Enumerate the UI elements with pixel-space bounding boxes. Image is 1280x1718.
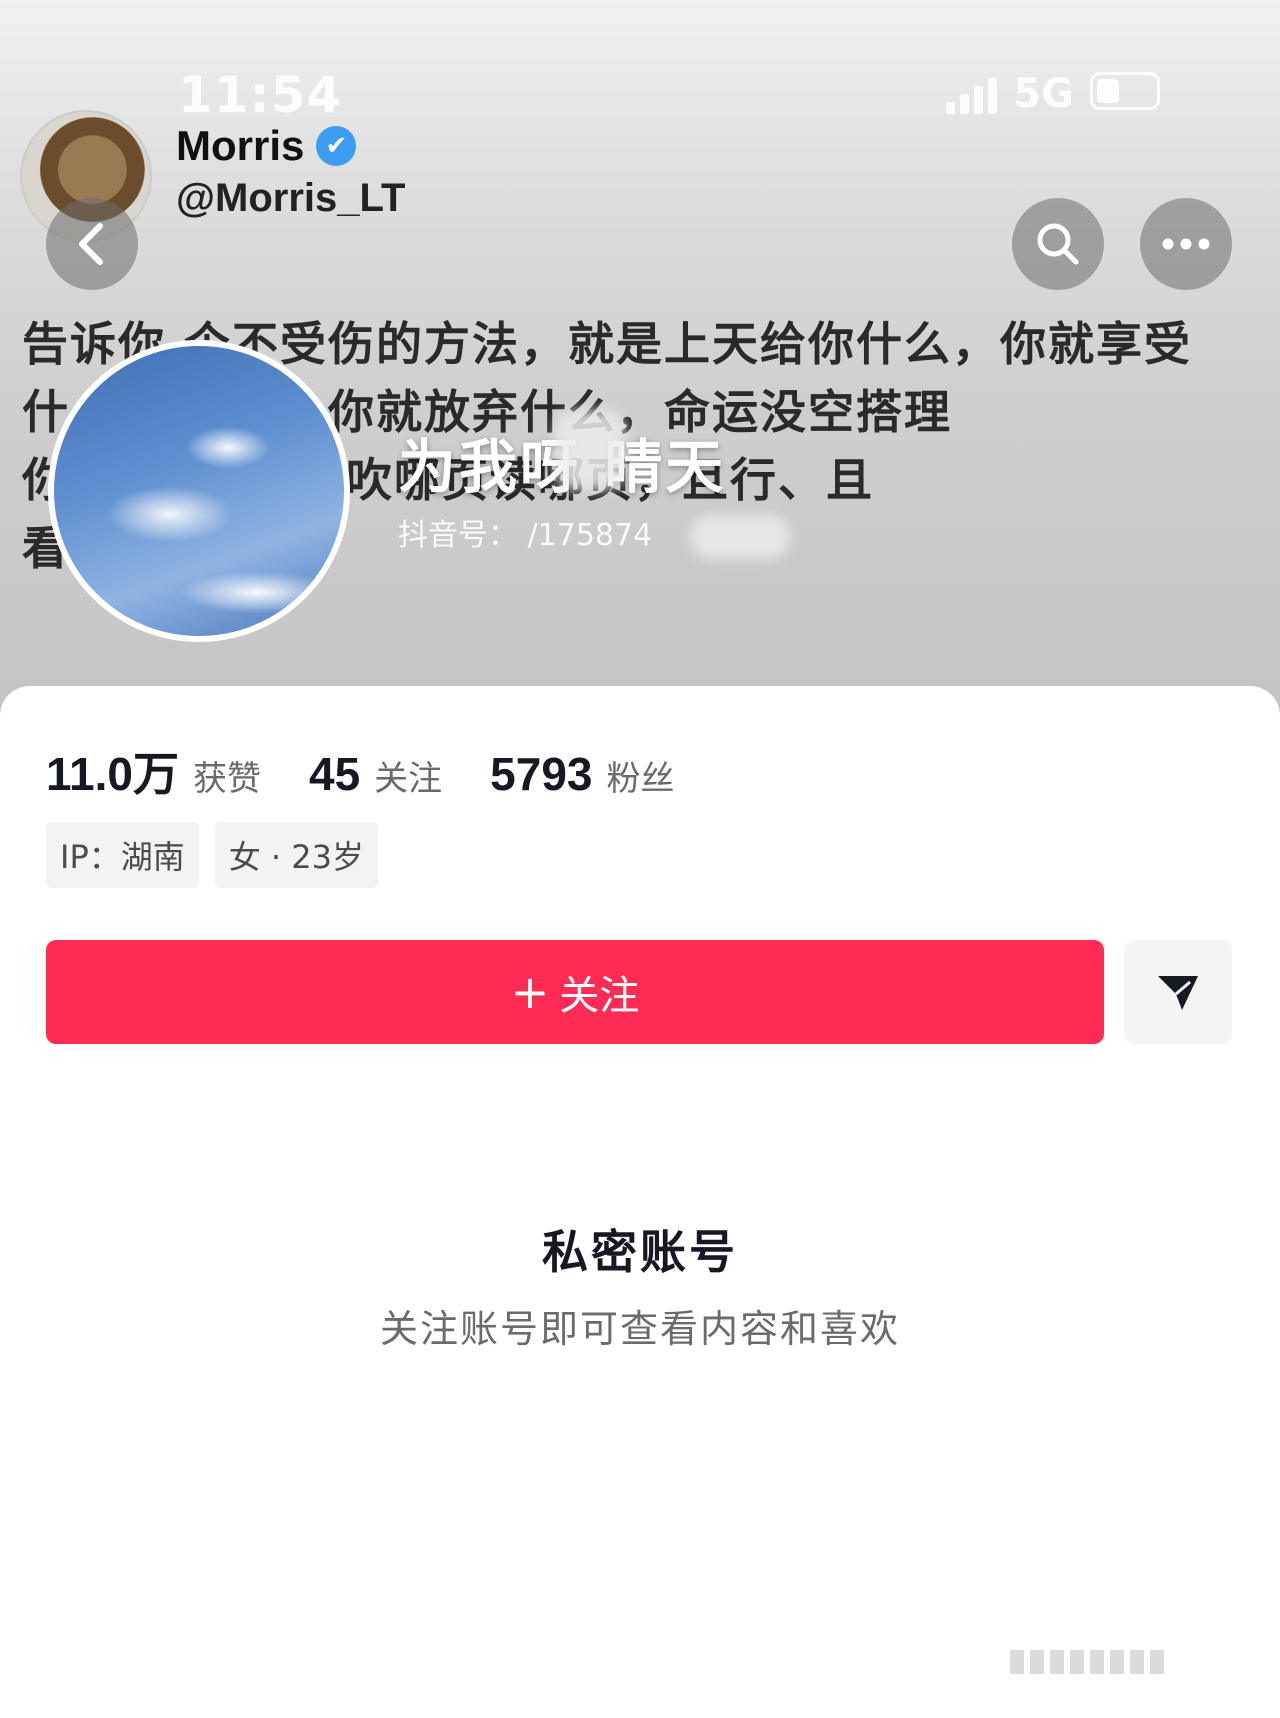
ip-location-tag: IP：湖南 [46, 822, 199, 888]
follow-button[interactable]: + 关注 [46, 940, 1104, 1044]
poster-handle: @Morris_LT [176, 176, 406, 220]
private-account-title: 私密账号 [542, 1225, 738, 1279]
gender-age-tag: 女 · 23岁 [214, 822, 378, 888]
search-icon [1037, 223, 1079, 265]
network-type: 5G [1013, 71, 1074, 117]
redaction-blur [555, 410, 625, 490]
stat-followers[interactable]: 5793 粉丝 [490, 747, 674, 801]
private-account-subtitle: 关注账号即可查看内容和喜欢 [379, 1307, 900, 1351]
plus-icon: + [510, 965, 550, 1019]
message-button[interactable] [1124, 940, 1232, 1044]
douyin-id: 抖音号： /175874 [398, 518, 653, 553]
poster-name: Morris [176, 122, 305, 169]
search-button[interactable] [1012, 198, 1104, 290]
more-button[interactable] [1140, 198, 1232, 290]
profile-header: 11:54 5G Morris ✔ @Morris_LT 告诉你 个不受伤的方法… [0, 0, 1280, 720]
watermark-lines [1010, 1650, 1250, 1674]
stat-label: 关注 [374, 759, 443, 799]
stat-value: 45 [309, 748, 361, 800]
battery-icon [1090, 72, 1160, 110]
chevron-left-icon [79, 223, 103, 265]
status-indicators: 5G [946, 72, 1160, 114]
profile-card: 11.0万 获赞 45 关注 5793 粉丝 IP：湖南 女 · 23岁 + 关… [0, 686, 1280, 1718]
stat-following[interactable]: 45 关注 [309, 747, 442, 801]
stat-likes[interactable]: 11.0万 获赞 [46, 738, 261, 804]
redaction-blur [690, 515, 790, 559]
signal-icon [946, 74, 998, 114]
follow-button-label: 关注 [559, 973, 640, 1019]
back-button[interactable] [46, 198, 138, 290]
stat-label: 获赞 [193, 759, 261, 799]
stat-value: 5793 [490, 748, 593, 800]
profile-stats: 11.0万 获赞 45 关注 5793 粉丝 [46, 738, 675, 804]
profile-avatar[interactable] [48, 340, 350, 642]
verified-icon: ✔ [316, 126, 357, 166]
send-icon [1158, 976, 1198, 1010]
stat-label: 粉丝 [606, 759, 675, 799]
more-dots-icon [1162, 238, 1210, 250]
profile-tags: IP：湖南 女 · 23岁 [46, 822, 378, 888]
stat-value: 11.0万 [46, 748, 179, 800]
